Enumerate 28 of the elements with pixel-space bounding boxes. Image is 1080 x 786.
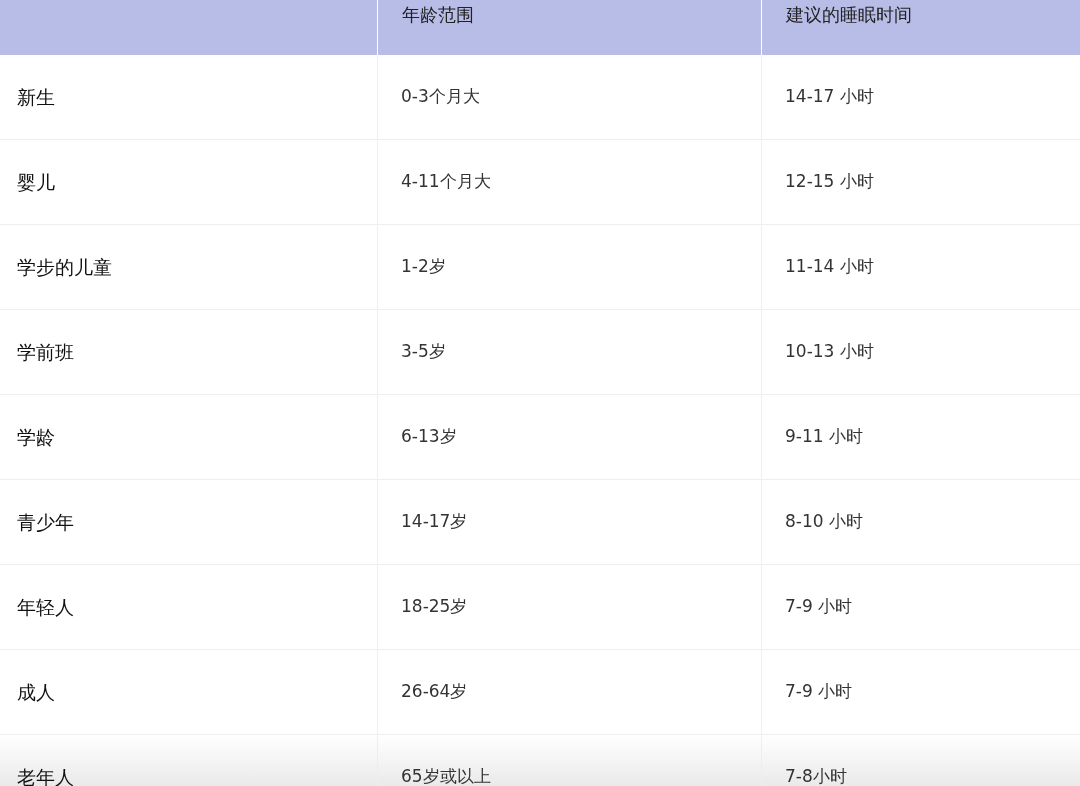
table-cell-text: 学步的儿童	[17, 254, 112, 280]
table-cell-text: 青少年	[17, 509, 74, 535]
table-cell-text: 3-5岁	[401, 340, 446, 364]
table-cell-text: 7-9 小时	[785, 680, 853, 704]
table-cell-text: 11-14 小时	[785, 255, 874, 279]
table-cell-text: 1-2岁	[401, 255, 446, 279]
column-header: 建议的睡眠时间	[785, 3, 913, 27]
table-cell-text: 老年人	[17, 764, 74, 786]
table-cell-text: 8-10 小时	[785, 510, 863, 534]
table-cell-text: 10-13 小时	[785, 340, 874, 364]
table-cell-text: 学前班	[17, 339, 74, 365]
table-cell-text: 年轻人	[17, 594, 74, 620]
table-cell-text: 26-64岁	[401, 680, 468, 704]
table-cell-text: 学龄	[17, 424, 55, 450]
table-cell-text: 成人	[17, 679, 55, 705]
table-cell-text: 7-9 小时	[785, 595, 853, 619]
table-cell-text: 14-17岁	[401, 510, 468, 534]
table-cell-text: 7-8小时	[785, 765, 847, 786]
table-cell-text: 14-17 小时	[785, 85, 874, 109]
table-cell-text: 9-11 小时	[785, 425, 863, 449]
table-cell-text: 0-3个月大	[401, 85, 480, 109]
table-cell-text: 4-11个月大	[401, 170, 491, 194]
table-cell-text: 12-15 小时	[785, 170, 874, 194]
table-cell-text: 新生	[17, 84, 55, 110]
table-cell-text: 18-25岁	[401, 595, 468, 619]
table-cell-text: 6-13岁	[401, 425, 457, 449]
table-cell-text: 婴儿	[17, 169, 55, 195]
table-cell-text: 65岁或以上	[401, 765, 491, 786]
